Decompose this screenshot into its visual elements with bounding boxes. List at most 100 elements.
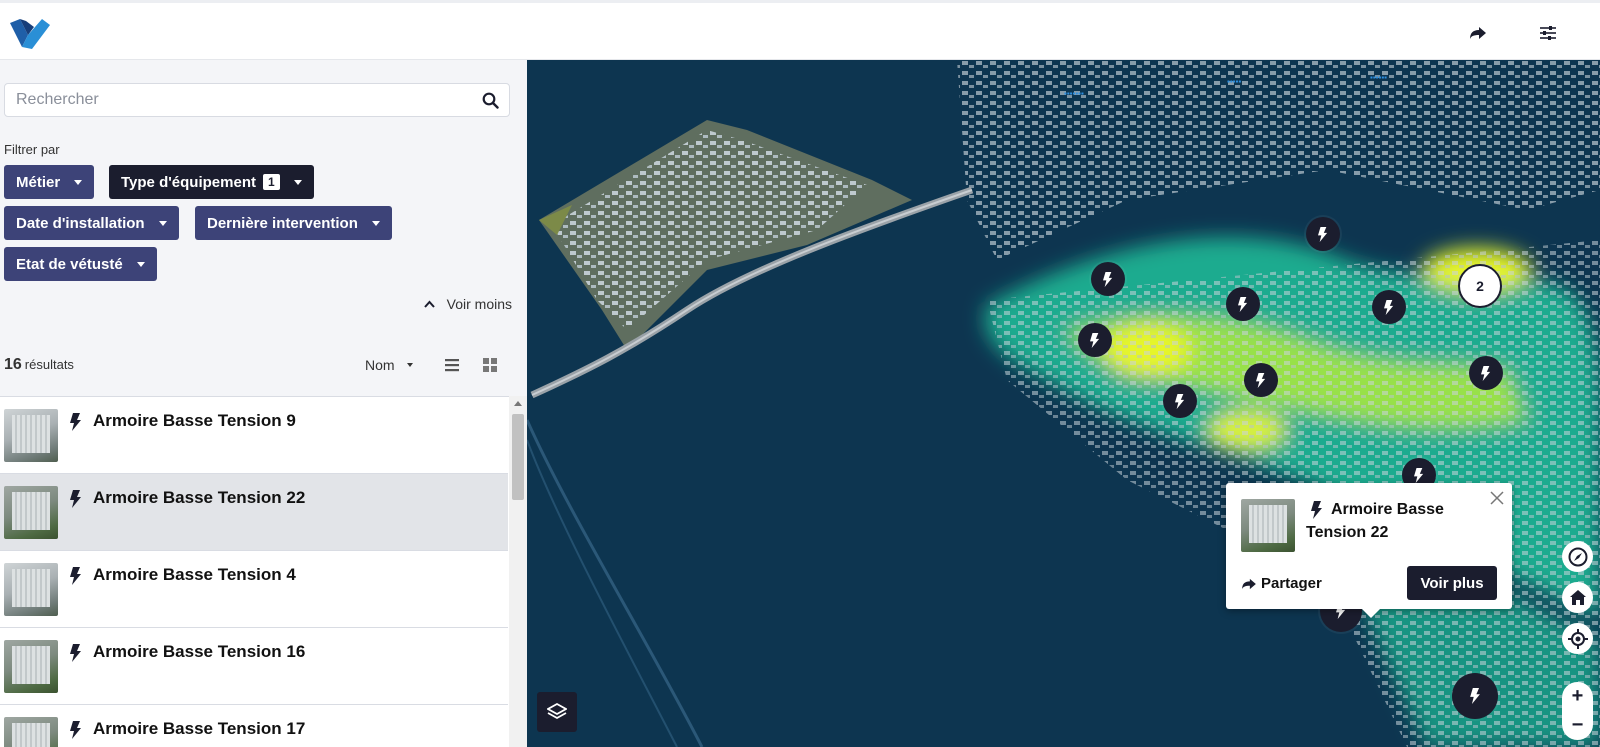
bolt-icon bbox=[1414, 467, 1424, 483]
caret-down-icon bbox=[371, 220, 380, 226]
map-marker[interactable] bbox=[1078, 323, 1112, 357]
map-cluster[interactable]: 2 bbox=[1458, 264, 1502, 308]
results-list: Armoire Basse Tension 9 Armoire Basse Te… bbox=[0, 396, 527, 747]
zoom-out-button[interactable]: − bbox=[1562, 711, 1593, 740]
filter-etat-vetuste-button[interactable]: Etat de vétusté bbox=[4, 247, 157, 281]
list-view-icon[interactable] bbox=[442, 355, 462, 375]
marker-popup: Armoire Basse Tension 22 Partager Voir p… bbox=[1226, 483, 1512, 618]
item-thumbnail bbox=[4, 640, 58, 693]
layers-icon bbox=[547, 702, 567, 720]
sort-dropdown[interactable]: Nom bbox=[365, 357, 413, 373]
bolt-icon bbox=[1175, 393, 1185, 409]
filter-label: Dernière intervention bbox=[207, 214, 358, 232]
map-marker[interactable] bbox=[1306, 217, 1340, 251]
search-icon[interactable] bbox=[482, 92, 499, 109]
bolt-icon bbox=[70, 567, 81, 585]
list-item[interactable]: Armoire Basse Tension 4 bbox=[0, 551, 508, 628]
filter-derniere-intervention-button[interactable]: Dernière intervention bbox=[195, 206, 392, 240]
close-icon[interactable] bbox=[1490, 491, 1504, 505]
item-title: Armoire Basse Tension 4 bbox=[93, 565, 296, 584]
filter-label: Type d'équipement bbox=[121, 173, 256, 191]
share-arrow-icon bbox=[1470, 27, 1486, 39]
search-box bbox=[4, 83, 510, 117]
compass-icon bbox=[1568, 547, 1587, 566]
home-icon bbox=[1569, 590, 1586, 605]
map-marker[interactable] bbox=[1244, 363, 1278, 397]
bolt-icon bbox=[1481, 365, 1491, 381]
results-label: résultats bbox=[24, 357, 74, 372]
filter-type-equipement-button[interactable]: Type d'équipement 1 bbox=[109, 165, 314, 199]
map-marker[interactable] bbox=[1163, 384, 1197, 418]
results-count: 16 résultats bbox=[4, 356, 74, 374]
bolt-icon bbox=[1090, 332, 1100, 348]
filter-label: Etat de vétusté bbox=[16, 255, 123, 273]
popup-title: Armoire Basse Tension 22 bbox=[1306, 501, 1444, 541]
popup-thumbnail bbox=[1241, 499, 1295, 552]
chevron-up-icon bbox=[423, 300, 435, 308]
list-item[interactable]: Armoire Basse Tension 9 bbox=[0, 397, 508, 474]
map-place-label: ▪▪▪▪▪ bbox=[1227, 77, 1242, 86]
app-logo-icon[interactable] bbox=[8, 17, 52, 51]
layers-button[interactable] bbox=[537, 692, 577, 732]
map-marker[interactable] bbox=[1226, 287, 1260, 321]
sort-label: Nom bbox=[365, 357, 395, 373]
filter-metier-button[interactable]: Métier bbox=[4, 165, 95, 199]
zoom-control: + − bbox=[1562, 682, 1593, 740]
map-view[interactable]: ▪▪▪▪▪▪▪ ▪▪▪▪▪ ▪▪▪▪▪▪ 2 + − bbox=[527, 60, 1600, 747]
map-marker[interactable] bbox=[1452, 673, 1498, 719]
scroll-up-icon[interactable] bbox=[514, 401, 522, 406]
zoom-in-button[interactable]: + bbox=[1562, 682, 1593, 711]
filter-count-badge: 1 bbox=[262, 174, 280, 190]
map-place-label: ▪▪▪▪▪▪ bbox=[1370, 73, 1388, 82]
item-thumbnail bbox=[4, 563, 58, 616]
item-title: Armoire Basse Tension 9 bbox=[93, 411, 296, 430]
map-marker[interactable] bbox=[1372, 290, 1406, 324]
bolt-icon bbox=[70, 644, 81, 662]
list-item[interactable]: Armoire Basse Tension 17 bbox=[0, 705, 508, 747]
item-title: Armoire Basse Tension 16 bbox=[93, 642, 306, 661]
bolt-icon bbox=[70, 413, 81, 431]
crosshair-icon bbox=[1567, 628, 1588, 649]
bolt-icon bbox=[1256, 372, 1266, 388]
map-place-label: ▪▪▪▪▪▪▪ bbox=[1064, 89, 1084, 98]
caret-down-icon bbox=[74, 179, 83, 185]
item-thumbnail bbox=[4, 717, 58, 747]
caret-down-icon bbox=[406, 363, 413, 367]
scrollbar-thumb[interactable] bbox=[512, 414, 524, 500]
caret-down-icon bbox=[158, 220, 167, 226]
bolt-icon bbox=[1238, 296, 1248, 312]
top-header bbox=[0, 0, 1600, 60]
bolt-icon bbox=[1469, 688, 1480, 704]
share-arrow-icon bbox=[1242, 578, 1256, 589]
map-marker[interactable] bbox=[1091, 262, 1125, 296]
share-label: Partager bbox=[1261, 575, 1322, 592]
sidebar: Filtrer par Métier Type d'équipement 1 D… bbox=[0, 60, 527, 747]
voir-plus-button[interactable]: Voir plus bbox=[1407, 566, 1497, 600]
search-input[interactable] bbox=[5, 84, 465, 116]
list-item[interactable]: Armoire Basse Tension 16 bbox=[0, 628, 508, 705]
caret-down-icon bbox=[293, 179, 302, 185]
filter-title: Filtrer par bbox=[4, 142, 60, 157]
list-scrollbar[interactable] bbox=[509, 396, 527, 747]
sliders-icon bbox=[1540, 26, 1556, 40]
map-marker[interactable] bbox=[1469, 356, 1503, 390]
home-button[interactable] bbox=[1562, 582, 1593, 613]
locate-button[interactable] bbox=[1562, 623, 1593, 654]
filter-date-installation-button[interactable]: Date d'installation bbox=[4, 206, 179, 240]
item-thumbnail bbox=[4, 486, 58, 539]
filter-label: Date d'installation bbox=[16, 214, 145, 232]
item-thumbnail bbox=[4, 409, 58, 462]
item-title: Armoire Basse Tension 17 bbox=[93, 719, 306, 738]
bolt-icon bbox=[1103, 271, 1113, 287]
toggle-filters-button[interactable]: Voir moins bbox=[423, 296, 512, 312]
compass-button[interactable] bbox=[1562, 541, 1593, 572]
item-title: Armoire Basse Tension 22 bbox=[93, 488, 306, 507]
map-canvas bbox=[527, 60, 1600, 747]
settings-header-button[interactable] bbox=[1535, 20, 1561, 46]
share-button[interactable]: Partager bbox=[1241, 575, 1322, 592]
bolt-icon bbox=[70, 721, 81, 739]
share-header-button[interactable] bbox=[1465, 20, 1491, 46]
grid-view-icon[interactable] bbox=[480, 355, 500, 375]
results-number: 16 bbox=[4, 356, 22, 373]
list-item[interactable]: Armoire Basse Tension 22 bbox=[0, 474, 508, 551]
